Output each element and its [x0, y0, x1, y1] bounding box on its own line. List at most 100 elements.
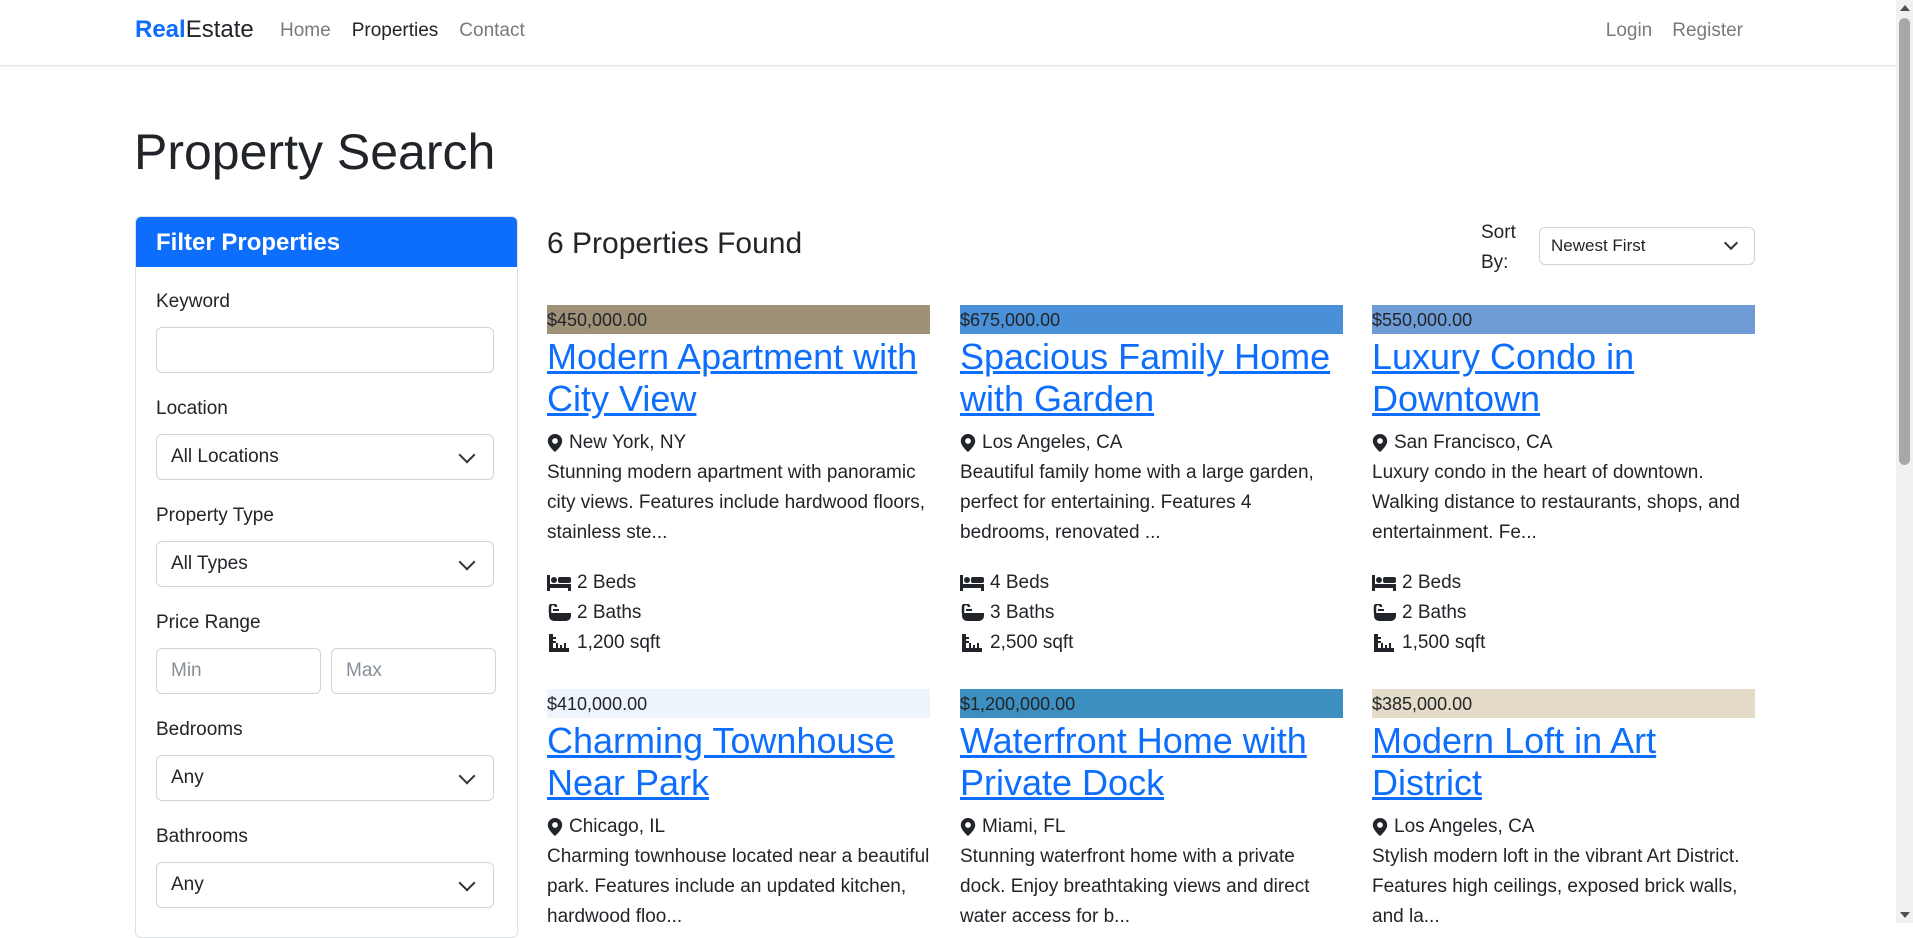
property-price: $385,000.00: [1372, 694, 1473, 714]
bedrooms-label: Bedrooms: [156, 719, 243, 740]
scroll-up-arrow-icon[interactable]: [1900, 5, 1910, 11]
bathrooms-select-value: Any: [171, 874, 204, 895]
property-title-link[interactable]: Spacious Family Home with Garden: [960, 336, 1343, 420]
property-card: $550,000.00 Luxury Condo in Downtown San…: [1372, 305, 1755, 658]
property-location-text: Los Angeles, CA: [1394, 816, 1535, 837]
bathrooms-select[interactable]: Any: [156, 862, 494, 908]
property-baths: 2 Baths: [577, 602, 642, 623]
property-description: Stunning modern apartment with panoramic…: [547, 462, 926, 543]
location-select-value: All Locations: [171, 446, 279, 467]
property-location: Los Angeles, CA: [960, 432, 1343, 454]
property-image[interactable]: $385,000.00: [1372, 689, 1755, 718]
main-nav: Home Properties Contact: [280, 20, 525, 42]
property-title-link[interactable]: Luxury Condo in Downtown: [1372, 336, 1755, 420]
property-beds: 2 Beds: [577, 572, 637, 593]
price-range-label: Price Range: [156, 612, 261, 633]
property-sqft: 1,500 sqft: [1402, 632, 1486, 653]
property-features: 4 Beds 3 Baths 2,500 sqft: [960, 568, 1343, 658]
property-type-select[interactable]: All Types: [156, 541, 494, 587]
property-price: $450,000.00: [547, 310, 648, 330]
property-title-link[interactable]: Waterfront Home with Private Dock: [960, 720, 1343, 804]
scroll-thumb[interactable]: [1899, 18, 1910, 465]
ruler-icon: [547, 634, 571, 652]
property-baths: 3 Baths: [990, 602, 1055, 623]
property-location: Los Angeles, CA: [1372, 816, 1755, 838]
property-location-text: San Francisco, CA: [1394, 432, 1553, 453]
property-location: San Francisco, CA: [1372, 432, 1755, 454]
bedrooms-select-value: Any: [171, 767, 204, 788]
sort-label: Sort By:: [1481, 222, 1516, 273]
property-beds: 4 Beds: [990, 572, 1050, 593]
nav-link-home[interactable]: Home: [280, 20, 331, 42]
property-price: $550,000.00: [1372, 310, 1473, 330]
map-pin-icon: [960, 818, 976, 836]
map-pin-icon: [547, 818, 563, 836]
ruler-icon: [1372, 634, 1396, 652]
price-min-input[interactable]: Min: [156, 648, 321, 694]
brand-logo[interactable]: RealEstate: [135, 16, 254, 44]
bedrooms-select[interactable]: Any: [156, 755, 494, 801]
login-link[interactable]: Login: [1606, 20, 1653, 42]
nav-link-contact[interactable]: Contact: [459, 20, 524, 42]
property-image[interactable]: $1,200,000.00: [960, 689, 1343, 718]
brand-secondary: Estate: [185, 16, 254, 43]
keyword-label: Keyword: [156, 291, 230, 312]
bath-icon: [1372, 604, 1396, 622]
brand-primary: Real: [135, 16, 186, 43]
property-image[interactable]: $675,000.00: [960, 305, 1343, 334]
property-location-text: Miami, FL: [982, 816, 1066, 837]
chevron-down-icon: [458, 553, 476, 571]
property-title-link[interactable]: Modern Apartment with City View: [547, 336, 930, 420]
chevron-down-icon: [458, 767, 476, 785]
property-sqft: 1,200 sqft: [577, 632, 661, 653]
nav-link-properties[interactable]: Properties: [352, 20, 439, 42]
property-location: New York, NY: [547, 432, 930, 454]
page-scrollbar[interactable]: [1896, 0, 1913, 923]
sort-select[interactable]: Newest First: [1539, 227, 1755, 265]
map-pin-icon: [547, 434, 563, 452]
map-pin-icon: [1372, 818, 1388, 836]
property-card: $675,000.00 Spacious Family Home with Ga…: [960, 305, 1343, 658]
scroll-down-arrow-icon[interactable]: [1900, 912, 1910, 918]
property-features: 2 Beds 2 Baths 1,500 sqft: [1372, 568, 1755, 658]
sort-select-value: Newest First: [1551, 236, 1646, 255]
location-select[interactable]: All Locations: [156, 434, 494, 480]
property-location: Chicago, IL: [547, 816, 930, 838]
property-description: Beautiful family home with a large garde…: [960, 462, 1314, 543]
auth-nav: Login Register: [1606, 20, 1743, 42]
map-pin-icon: [1372, 434, 1388, 452]
property-card: $450,000.00 Modern Apartment with City V…: [547, 305, 930, 658]
property-location-text: Chicago, IL: [569, 816, 666, 837]
property-description: Luxury condo in the heart of downtown. W…: [1372, 462, 1740, 543]
property-price: $675,000.00: [960, 310, 1061, 330]
property-title-link[interactable]: Modern Loft in Art District: [1372, 720, 1755, 804]
property-baths: 2 Baths: [1402, 602, 1467, 623]
property-features: 2 Beds 2 Baths 1,200 sqft: [547, 568, 930, 658]
keyword-input[interactable]: [156, 327, 494, 373]
navbar: RealEstate Home Properties Contact Login…: [0, 0, 1896, 66]
property-title-link[interactable]: Charming Townhouse Near Park: [547, 720, 930, 804]
register-link[interactable]: Register: [1672, 20, 1743, 42]
property-image[interactable]: $550,000.00: [1372, 305, 1755, 334]
price-max-input[interactable]: Max: [331, 648, 496, 694]
property-location-text: Los Angeles, CA: [982, 432, 1123, 453]
property-location: Miami, FL: [960, 816, 1343, 838]
bathrooms-label: Bathrooms: [156, 826, 248, 847]
bed-icon: [1372, 574, 1396, 592]
property-type-select-value: All Types: [171, 553, 248, 574]
filter-panel: Filter Properties Keyword Location All L…: [135, 216, 518, 938]
property-price: $410,000.00: [547, 694, 648, 714]
bath-icon: [960, 604, 984, 622]
ruler-icon: [960, 634, 984, 652]
property-beds: 2 Beds: [1402, 572, 1462, 593]
property-image[interactable]: $410,000.00: [547, 689, 930, 718]
page-title: Property Search: [134, 124, 496, 180]
chevron-down-icon: [458, 446, 476, 464]
property-image[interactable]: $450,000.00: [547, 305, 930, 334]
property-description: Stylish modern loft in the vibrant Art D…: [1372, 846, 1740, 927]
chevron-down-icon: [458, 874, 476, 892]
property-sqft: 2,500 sqft: [990, 632, 1074, 653]
bed-icon: [960, 574, 984, 592]
property-card: $1,200,000.00 Waterfront Home with Priva…: [960, 689, 1343, 932]
property-description: Stunning waterfront home with a private …: [960, 846, 1310, 927]
